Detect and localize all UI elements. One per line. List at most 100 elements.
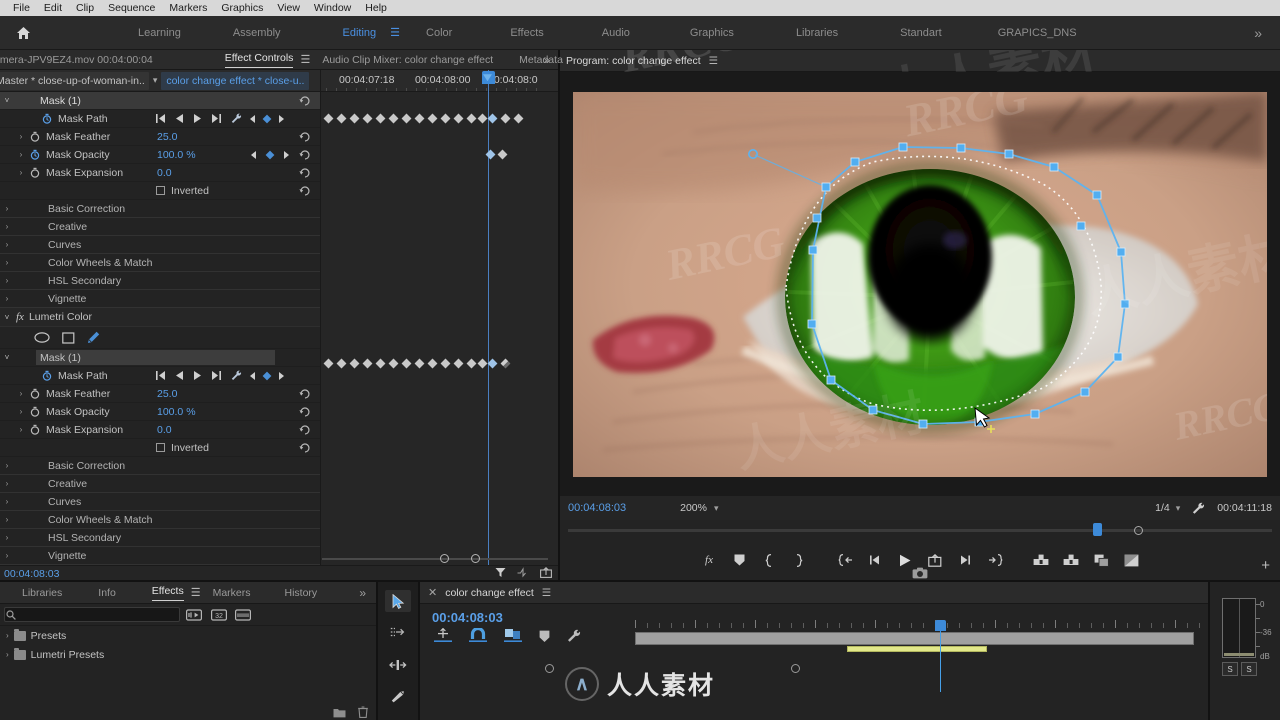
- keyframe-lane-mask-path-2[interactable]: [321, 355, 558, 373]
- twirl-closed-icon[interactable]: ›: [0, 204, 14, 213]
- snap-magnet-icon[interactable]: [469, 628, 487, 643]
- property-mask-feather-1[interactable]: › Mask Feather 25.0: [0, 128, 320, 147]
- timeline-playhead-handle[interactable]: [935, 620, 946, 631]
- program-current-timecode[interactable]: 00:04:08:03: [568, 502, 626, 514]
- accelerated-effect-icon[interactable]: [186, 608, 202, 622]
- property-mask-opacity-1[interactable]: › Mask Opacity 100.0 %: [0, 146, 320, 165]
- keyframe-lane-mask-opacity-1[interactable]: [321, 146, 558, 164]
- reset-icon[interactable]: [299, 167, 310, 178]
- prev-keyframe-first-icon[interactable]: [155, 371, 166, 381]
- twirl-closed-icon[interactable]: ›: [6, 650, 9, 659]
- timeline-zoom-handle-right[interactable]: [791, 664, 800, 673]
- marker-icon[interactable]: [539, 630, 550, 643]
- next-keyframe-last-icon[interactable]: [211, 114, 222, 124]
- search-input[interactable]: [4, 607, 180, 622]
- workspace-tab-editing[interactable]: Editing: [331, 16, 389, 50]
- add-remove-keyframe-next-icon[interactable]: [278, 114, 285, 123]
- effect-controls-ruler[interactable]: 00:04:07:18 00:04:08:00 00:04:08:0: [321, 70, 558, 93]
- delete-icon[interactable]: [358, 706, 368, 718]
- export-frame-icon[interactable]: [540, 567, 552, 579]
- stopwatch-icon[interactable]: [40, 370, 54, 381]
- twirl-closed-icon[interactable]: ›: [0, 294, 14, 303]
- group-vignette-1[interactable]: › Vignette: [0, 290, 320, 309]
- tab-info[interactable]: Info: [98, 587, 116, 599]
- timeline-video-track-clip[interactable]: [635, 632, 1194, 645]
- insert-overwrite-icon[interactable]: [434, 628, 452, 643]
- mask-feather-value[interactable]: 25.0: [157, 131, 177, 143]
- mark-out-button[interactable]: [784, 546, 814, 574]
- camera-button[interactable]: [912, 567, 928, 579]
- group-vignette-2[interactable]: › Vignette: [0, 547, 320, 566]
- stopwatch-icon[interactable]: [40, 113, 54, 124]
- property-inverted-1[interactable]: Inverted: [0, 182, 320, 201]
- effects-panel-menu-icon[interactable]: ☰: [191, 586, 201, 599]
- zoom-handle-right[interactable]: [471, 554, 480, 563]
- twirl-closed-icon[interactable]: ›: [0, 497, 14, 506]
- stopwatch-icon[interactable]: [28, 131, 42, 142]
- menu-item-sequence[interactable]: Sequence: [101, 0, 162, 16]
- twirl-closed-icon[interactable]: ›: [0, 479, 14, 488]
- twirl-closed-icon[interactable]: ›: [0, 461, 14, 470]
- zoom-handle-right[interactable]: [1134, 526, 1143, 535]
- ellipse-mask-icon[interactable]: [34, 332, 50, 343]
- prev-keyframe-icon[interactable]: [175, 114, 184, 124]
- prev-keyframe-icon[interactable]: [250, 150, 257, 159]
- workspace-more-button[interactable]: »: [1254, 25, 1262, 41]
- reset-icon[interactable]: [299, 149, 310, 160]
- inverted-checkbox[interactable]: [156, 443, 165, 453]
- workspace-menu-icon[interactable]: ☰: [390, 26, 400, 39]
- property-mask-expansion-2[interactable]: › Mask Expansion 0.0: [0, 421, 320, 440]
- twirl-closed-icon[interactable]: ›: [14, 168, 28, 177]
- stopwatch-icon[interactable]: [28, 424, 42, 435]
- effect-controls-timeline[interactable]: 00:04:07:18 00:04:08:00 00:04:08:0: [320, 70, 558, 566]
- reset-icon[interactable]: [299, 424, 310, 435]
- overwrite-button[interactable]: [1116, 546, 1146, 574]
- tab-libraries[interactable]: Libraries: [22, 587, 62, 599]
- filter-icon[interactable]: [495, 567, 506, 578]
- timeline-audio-clip[interactable]: [847, 646, 987, 652]
- group-hsl-secondary-2[interactable]: › HSL Secondary: [0, 529, 320, 548]
- chevron-down-icon[interactable]: ▾: [1176, 503, 1181, 514]
- selection-tool[interactable]: [385, 590, 411, 612]
- prev-keyframe-icon[interactable]: [175, 371, 184, 381]
- menu-item-window[interactable]: Window: [307, 0, 358, 16]
- tab-markers[interactable]: Markers: [213, 587, 251, 599]
- group-curves-1[interactable]: › Curves: [0, 236, 320, 255]
- add-remove-keyframe-icon[interactable]: [265, 150, 275, 160]
- tab-audio-clip-mixer[interactable]: Audio Clip Mixer: color change effect: [322, 54, 493, 66]
- twirl-open-icon[interactable]: ˅: [0, 96, 14, 105]
- effects-panel-more-button[interactable]: »: [359, 586, 366, 600]
- next-keyframe-icon[interactable]: [283, 150, 290, 159]
- twirl-open-icon[interactable]: ˅: [0, 313, 14, 322]
- group-curves-2[interactable]: › Curves: [0, 493, 320, 512]
- add-effect-fx-button[interactable]: fx: [694, 546, 724, 574]
- mask-tracking-wrench-icon[interactable]: [231, 113, 242, 124]
- settings-wrench-icon[interactable]: [1192, 502, 1205, 515]
- effect-header-lumetri-color[interactable]: ˅ fx Lumetri Color: [0, 96, 320, 328]
- tab-effect-controls[interactable]: Effect Controls: [224, 52, 294, 68]
- group-hsl-secondary-1[interactable]: › HSL Secondary: [0, 272, 320, 291]
- zoom-level-value[interactable]: 200%: [680, 502, 707, 514]
- twirl-closed-icon[interactable]: ›: [0, 240, 14, 249]
- menu-item-markers[interactable]: Markers: [162, 0, 214, 16]
- twirl-closed-icon[interactable]: ›: [0, 515, 14, 524]
- timeline-settings-wrench-icon[interactable]: [567, 629, 581, 643]
- menu-item-graphics[interactable]: Graphics: [214, 0, 270, 16]
- stopwatch-icon[interactable]: [28, 167, 42, 178]
- workspace-tab-grapics-dns[interactable]: GRAPICS_DNS: [986, 16, 1089, 50]
- program-playhead-handle[interactable]: [1093, 523, 1102, 536]
- playhead-handle[interactable]: [482, 71, 495, 85]
- razor-tool[interactable]: [385, 686, 411, 708]
- group-creative-1[interactable]: › Creative: [0, 218, 320, 237]
- twirl-closed-icon[interactable]: ›: [14, 150, 28, 159]
- new-folder-icon[interactable]: [333, 707, 346, 718]
- reset-icon[interactable]: [299, 95, 310, 106]
- insert-button[interactable]: [1086, 546, 1116, 574]
- property-mask-opacity-2[interactable]: › Mask Opacity 100.0 %: [0, 403, 320, 422]
- timeline-ruler[interactable]: [635, 620, 1200, 631]
- stopwatch-icon[interactable]: [28, 406, 42, 417]
- menu-item-help[interactable]: Help: [358, 0, 394, 16]
- group-basic-correction-2[interactable]: › Basic Correction: [0, 457, 320, 476]
- group-color-wheels-2[interactable]: › Color Wheels & Match: [0, 511, 320, 530]
- chevron-down-icon[interactable]: ▾: [714, 503, 719, 514]
